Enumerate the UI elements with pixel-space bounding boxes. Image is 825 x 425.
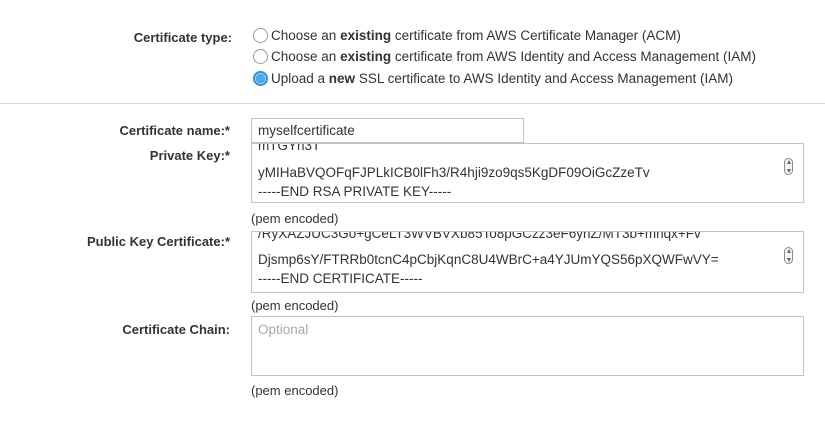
radio-option-iam-existing-label: Choose an existing certificate from AWS …: [271, 49, 756, 64]
private-key-label: Private Key:*: [149, 148, 230, 163]
private-key-hint: (pem encoded): [251, 211, 339, 226]
certificate-chain-label: Certificate Chain:: [122, 322, 230, 337]
radio-option-acm[interactable]: Choose an existing certificate from AWS …: [253, 28, 681, 43]
certificate-type-label: Certificate type:: [133, 30, 232, 45]
public-key-certificate-hint: (pem encoded): [251, 298, 339, 313]
certificate-name-input[interactable]: myselfcertificate: [251, 118, 524, 143]
private-key-textarea[interactable]: mTGYn3T yMIHaBVQOFqFJPLkICB0lFh3/R4hji9z…: [251, 143, 804, 203]
certificate-chain-hint: (pem encoded): [251, 383, 339, 398]
private-key-resize-icon[interactable]: [784, 158, 793, 175]
certificate-chain-textarea[interactable]: Optional: [251, 316, 804, 376]
private-key-line-2: yMIHaBVQOFqFJPLkICB0lFh3/R4hji9zo9qs5KgD…: [258, 165, 650, 180]
radio-option-iam-upload-label: Upload a new SSL certificate to AWS Iden…: [271, 71, 733, 86]
radio-option-acm-label: Choose an existing certificate from AWS …: [271, 28, 681, 43]
certificate-name-value: myselfcertificate: [258, 123, 355, 138]
public-key-line-3: -----END CERTIFICATE-----: [258, 271, 423, 286]
radio-button-acm[interactable]: [253, 28, 268, 43]
radio-option-iam-upload[interactable]: Upload a new SSL certificate to AWS Iden…: [253, 71, 733, 86]
certificate-chain-placeholder: Optional: [258, 322, 309, 337]
private-key-line-1: mTGYn3T: [258, 143, 321, 153]
section-divider: [0, 103, 825, 104]
radio-option-iam-existing[interactable]: Choose an existing certificate from AWS …: [253, 49, 756, 64]
radio-button-iam-upload[interactable]: [253, 71, 268, 86]
radio-button-iam-existing[interactable]: [253, 49, 268, 64]
public-key-certificate-textarea[interactable]: /RyXAZJUC3Go+gCeLT3WVBVXb85To8pGCzz3eF6y…: [251, 231, 804, 293]
ssl-certificate-form: Certificate type: Choose an existing cer…: [0, 0, 825, 425]
public-key-line-2: Djsmp6sY/FTRRb0tcnC4pCbjKqnC8U4WBrC+a4YJ…: [258, 252, 719, 267]
public-key-certificate-label: Public Key Certificate:*: [86, 234, 230, 249]
public-key-line-1: /RyXAZJUC3Go+gCeLT3WVBVXb85To8pGCzz3eF6y…: [258, 231, 701, 241]
private-key-line-3: -----END RSA PRIVATE KEY-----: [258, 184, 452, 199]
public-key-resize-icon[interactable]: [784, 247, 793, 264]
certificate-name-label: Certificate name:*: [119, 123, 230, 138]
